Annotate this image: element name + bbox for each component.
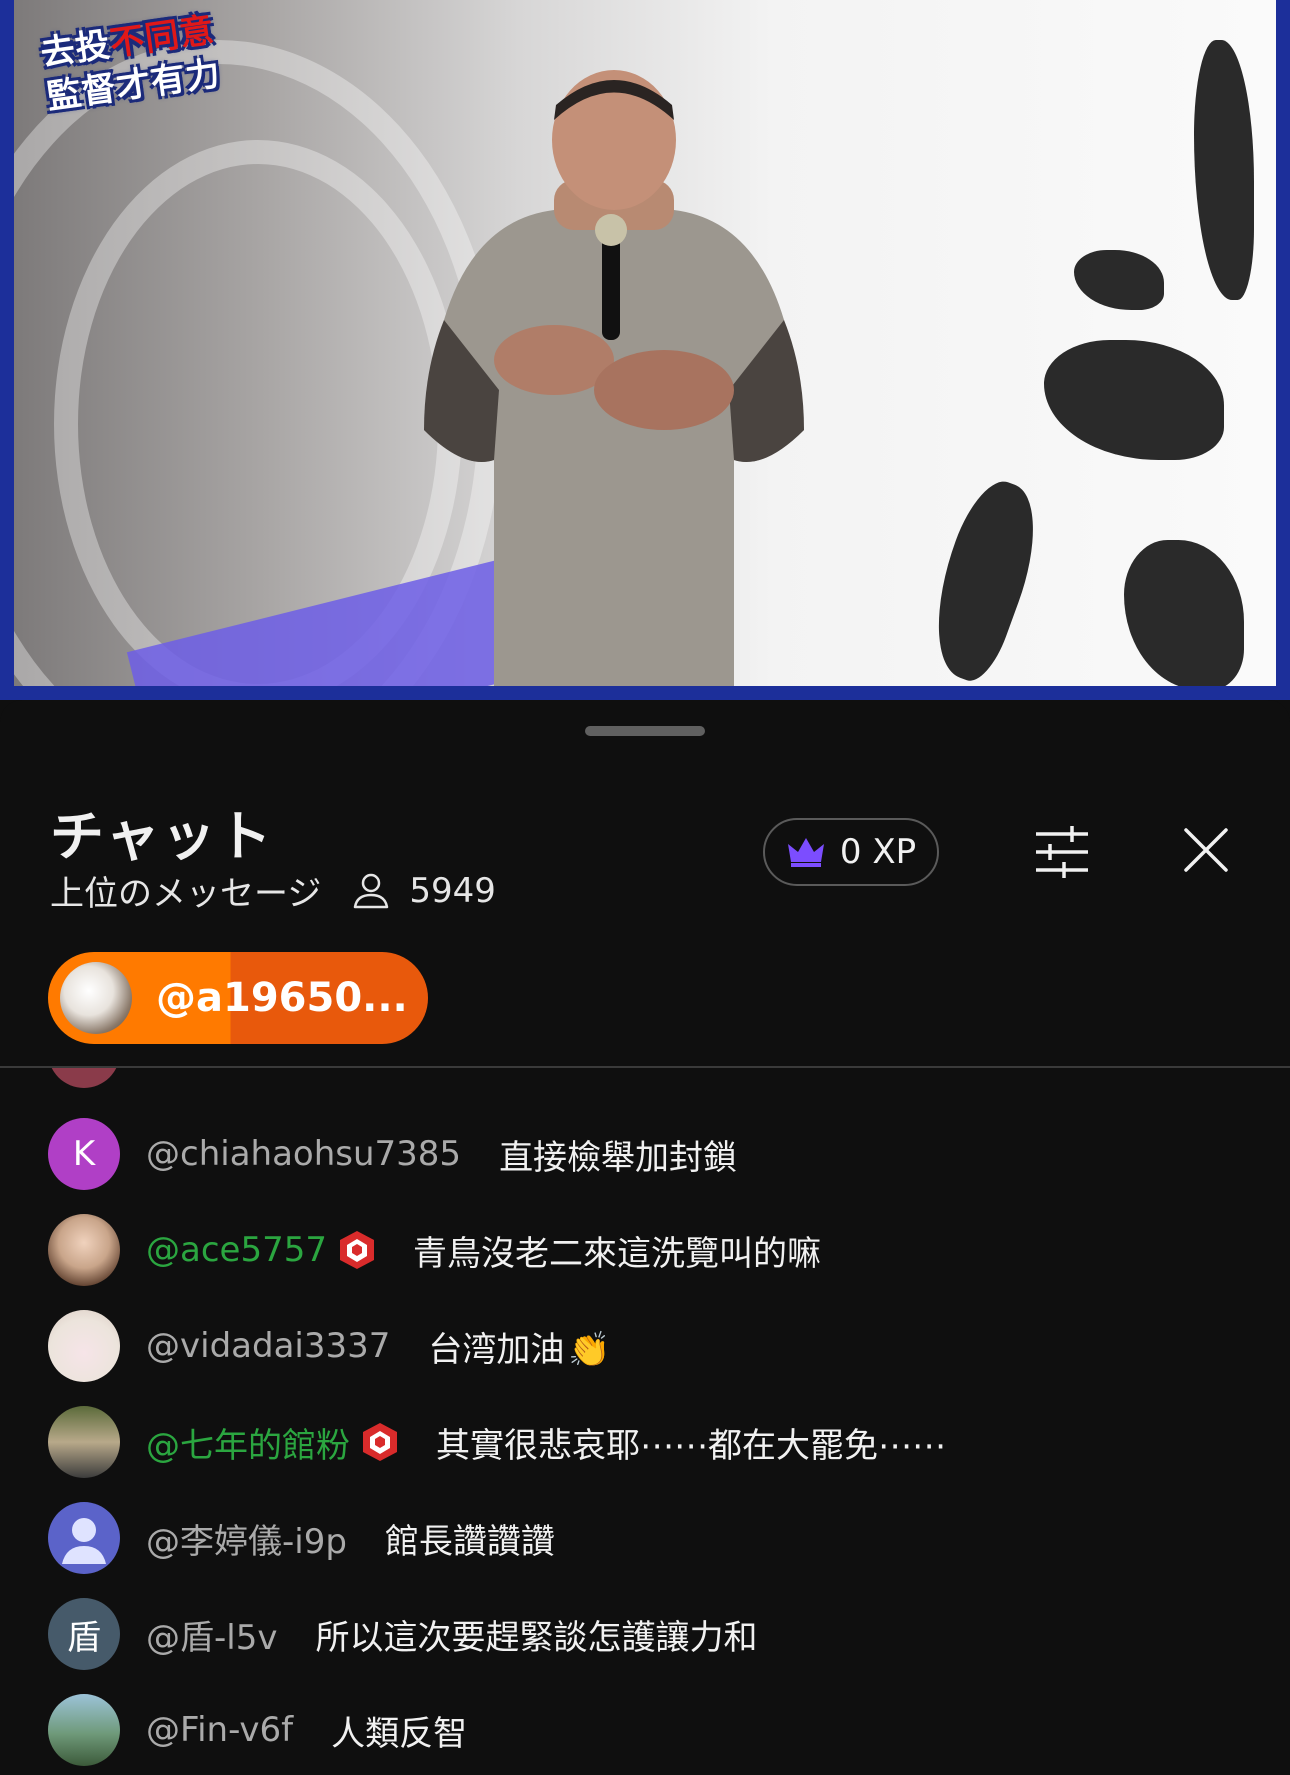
chat-author[interactable]: @chiahaohsu7385	[146, 1134, 461, 1174]
close-icon[interactable]	[1182, 826, 1230, 874]
chat-author[interactable]: @李婷儀-i9p	[146, 1514, 347, 1563]
chat-text: 台湾加油 👏	[428, 1329, 611, 1370]
chat-mode-label[interactable]: 上位のメッセージ	[50, 866, 321, 915]
xp-label: 0 XP	[839, 832, 917, 872]
chat-message	[48, 1068, 146, 1088]
chat-author[interactable]: @vidadai3337	[146, 1326, 390, 1366]
chat-text: 直接檢舉加封鎖	[499, 1137, 738, 1178]
chat-title: チャット	[50, 805, 274, 868]
chat-text: 青鳥沒老二來這洗覽叫的嘛	[412, 1233, 821, 1274]
sliders-icon[interactable]	[1034, 824, 1090, 880]
member-badge-icon	[339, 1231, 374, 1269]
chat-author[interactable]: @Fin-v6f	[146, 1710, 293, 1750]
chat-message: @Fin-v6f 人類反智	[48, 1694, 467, 1766]
chat-message: K @chiahaohsu7385 直接檢舉加封鎖	[48, 1118, 737, 1190]
video-player[interactable]: 去投不同意 監督才有力	[0, 0, 1290, 700]
chat-author[interactable]: @七年的館粉	[146, 1418, 350, 1467]
crown-icon	[787, 838, 824, 867]
calligraphy-stroke	[1074, 250, 1164, 310]
xp-button[interactable]: 0 XP	[763, 818, 939, 886]
avatar	[60, 962, 132, 1034]
avatar[interactable]	[48, 1214, 120, 1286]
calligraphy-stroke	[1044, 340, 1224, 460]
pinned-donation-chip[interactable]: @a19650...	[48, 952, 428, 1044]
chat-message: 盾 @盾-l5v 所以這次要趕緊談怎護讓力和	[48, 1598, 757, 1670]
avatar[interactable]: K	[48, 1118, 120, 1190]
chat-message: @vidadai3337 台湾加油 👏	[48, 1310, 611, 1382]
avatar[interactable]: 盾	[48, 1598, 120, 1670]
member-badge-icon	[363, 1423, 397, 1461]
chat-author[interactable]: @ace5757	[146, 1230, 327, 1270]
chat-message: @李婷儀-i9p 館長讚讚讚	[48, 1502, 555, 1574]
pinned-author: @a19650...	[156, 975, 408, 1021]
chat-text: 其實很悲哀耶⋯⋯都在大罷免⋯⋯	[436, 1425, 946, 1466]
calligraphy-stroke	[912, 472, 1056, 686]
chat-message: @ace5757 青鳥沒老二來這洗覽叫的嘛	[48, 1214, 821, 1286]
chat-text: 館長讚讚讚	[384, 1521, 555, 1562]
calligraphy-stroke	[1194, 40, 1254, 300]
avatar[interactable]	[48, 1406, 120, 1478]
calligraphy-stroke	[1124, 540, 1244, 686]
avatar[interactable]	[48, 1502, 120, 1574]
avatar[interactable]	[48, 1694, 120, 1766]
chat-message-list[interactable]: K @chiahaohsu7385 直接檢舉加封鎖 @ace5757 青鳥沒老二…	[0, 1068, 1290, 1775]
person-icon	[354, 873, 389, 908]
clapping-hands-icon: 👏	[568, 1329, 611, 1370]
drag-handle[interactable]	[585, 726, 705, 736]
chat-subheader: 上位のメッセージ 5949	[50, 866, 496, 915]
chat-author[interactable]: @盾-l5v	[146, 1610, 277, 1659]
video-frame: 去投不同意 監督才有力	[14, 0, 1276, 686]
avatar	[48, 1068, 120, 1088]
chat-text: 所以這次要趕緊談怎護讓力和	[315, 1617, 758, 1658]
speaker-figure	[424, 70, 804, 686]
avatar[interactable]	[48, 1310, 120, 1382]
viewer-count: 5949	[409, 870, 496, 911]
default-avatar-icon	[62, 1518, 106, 1564]
chat-panel: チャット 上位のメッセージ 5949 0 XP @a19650... K @ch…	[0, 700, 1290, 1775]
chat-message: @七年的館粉 其實很悲哀耶⋯⋯都在大罷免⋯⋯	[48, 1406, 946, 1478]
chat-text: 人類反智	[331, 1713, 468, 1754]
